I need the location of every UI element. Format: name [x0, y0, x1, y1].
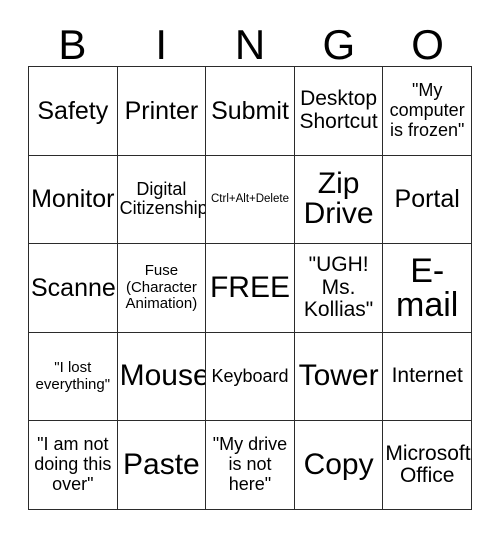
bingo-cell[interactable]: Zip Drive [294, 155, 384, 245]
bingo-cell-label: "UGH! Ms. Kollias" [303, 252, 374, 322]
bingo-cell[interactable]: Internet [383, 332, 472, 422]
bingo-cell[interactable]: Fuse (Character Animation) [117, 244, 207, 333]
bingo-header-letter-g: G [322, 21, 356, 68]
bingo-cell[interactable]: Paste [117, 421, 207, 510]
bingo-cell[interactable]: Desktop Shortcut [294, 67, 384, 156]
bingo-cell[interactable]: Ctrl+Alt+Delete [206, 155, 295, 245]
bingo-cell-label: E- mail [396, 251, 459, 324]
bingo-cell-label: Monitor [31, 185, 115, 214]
bingo-header-letter-b: B [58, 21, 87, 68]
bingo-cell-label: Scanner [31, 273, 118, 302]
bingo-cell[interactable]: Tower [294, 332, 384, 422]
bingo-cell-label: Desktop Shortcut [299, 87, 378, 133]
bingo-cell-free[interactable]: FREE [206, 244, 295, 333]
bingo-cell[interactable]: Keyboard [206, 332, 295, 422]
bingo-cell[interactable]: "UGH! Ms. Kollias" [294, 244, 384, 333]
bingo-cell-label: Keyboard [211, 365, 289, 386]
bingo-cell-label: "I am not doing this over" [34, 434, 112, 495]
bingo-header-row: B I N G O [28, 16, 472, 66]
bingo-cell[interactable]: "I lost everything" [29, 332, 118, 422]
bingo-cell-label: "My computer is frozen" [389, 80, 465, 140]
bingo-header-letter-i: I [155, 21, 168, 68]
bingo-cell-label: "I lost everything" [35, 358, 111, 393]
bingo-cell[interactable]: Portal [383, 155, 472, 245]
bingo-cell-label: Fuse (Character Animation) [125, 261, 198, 313]
bingo-cell[interactable]: Microsoft Office [383, 421, 472, 510]
bingo-cell[interactable]: Scanner [29, 244, 118, 333]
bingo-cell-label: Safety [37, 96, 109, 125]
bingo-cell-label: Printer [124, 96, 199, 125]
bingo-cell-label: Ctrl+Alt+Delete [211, 193, 289, 206]
bingo-grid: Safety Printer Submit Desktop Shortcut "… [28, 66, 472, 510]
bingo-cell[interactable]: Digital Citizenship [117, 155, 207, 245]
bingo-cell[interactable]: Printer [117, 67, 207, 156]
bingo-card: B I N G O Safety Printer Submit Desktop … [28, 16, 472, 510]
bingo-cell-label: Portal [394, 185, 460, 214]
bingo-cell[interactable]: Submit [206, 67, 295, 156]
bingo-cell[interactable]: "I am not doing this over" [29, 421, 118, 510]
bingo-cell-label: Submit [211, 96, 289, 125]
bingo-cell-label: FREE [209, 270, 290, 304]
bingo-cell[interactable]: E- mail [383, 244, 472, 333]
bingo-cell[interactable]: Safety [29, 67, 118, 156]
bingo-cell-label: Mouse [119, 359, 207, 393]
bingo-cell-label: Internet [391, 364, 463, 388]
bingo-header-letter-o: O [411, 21, 444, 68]
bingo-cell[interactable]: Mouse [117, 332, 207, 422]
bingo-cell-label: Tower [298, 359, 379, 393]
bingo-cell-label: Paste [123, 447, 200, 481]
bingo-cell-label: Zip Drive [303, 166, 374, 231]
bingo-cell[interactable]: Monitor [29, 155, 118, 245]
bingo-cell[interactable]: "My drive is not here" [206, 421, 295, 510]
bingo-cell[interactable]: "My computer is frozen" [383, 67, 472, 156]
bingo-cell-label: Microsoft Office [385, 441, 471, 488]
bingo-cell[interactable]: Copy [294, 421, 384, 510]
bingo-header-letter-n: N [234, 21, 266, 68]
bingo-cell-label: Digital Citizenship [119, 178, 207, 219]
bingo-cell-label: Copy [303, 447, 374, 481]
bingo-cell-label: "My drive is not here" [212, 434, 288, 495]
